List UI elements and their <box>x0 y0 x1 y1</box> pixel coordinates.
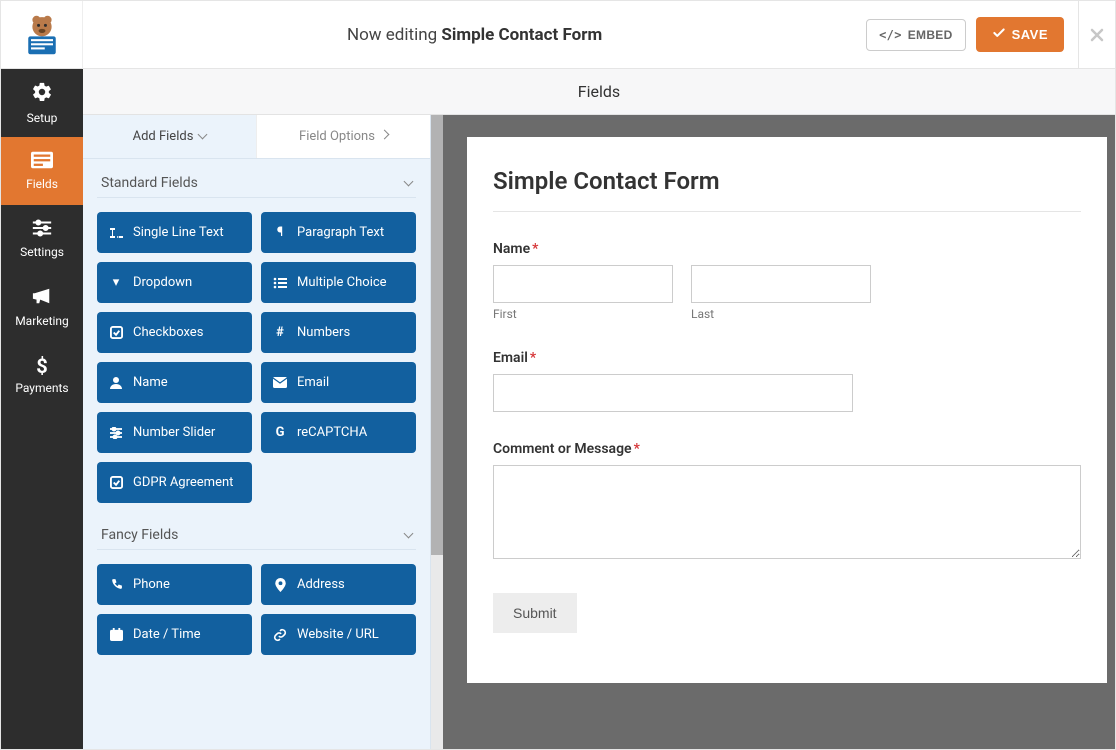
sublabel-last: Last <box>691 307 871 321</box>
gear-icon <box>31 81 53 106</box>
sublabel-first: First <box>493 307 673 321</box>
dollar-icon: $ <box>36 356 47 376</box>
section-fancy-fields[interactable]: Fancy Fields <box>97 511 416 550</box>
chevron-down-icon <box>199 129 206 144</box>
nav-fields[interactable]: Fields <box>1 137 83 205</box>
embed-label: EMBED <box>908 28 953 42</box>
editing-prefix: Now editing <box>347 25 437 45</box>
field-email[interactable]: Email <box>261 362 416 403</box>
field-checkboxes[interactable]: Checkboxes <box>97 312 252 353</box>
main-area: Add Fields Field Options Standard Fields… <box>83 115 1115 749</box>
required-asterisk: * <box>634 441 640 457</box>
chevron-right-icon <box>381 129 388 144</box>
field-name[interactable]: Name <box>97 362 252 403</box>
field-recaptcha[interactable]: GreCAPTCHA <box>261 412 416 453</box>
fancy-fields-grid: Phone Address Date / Time Website / URL <box>97 564 416 655</box>
field-numbers[interactable]: #Numbers <box>261 312 416 353</box>
field-dropdown[interactable]: ▾Dropdown <box>97 262 252 303</box>
hash-icon: # <box>273 325 287 340</box>
nav-label: Setup <box>27 111 58 125</box>
required-asterisk: * <box>530 350 536 366</box>
editing-title: Now editing Simple Contact Form <box>83 25 866 45</box>
check-icon <box>992 26 1006 43</box>
list-icon <box>273 277 287 289</box>
calendar-icon <box>109 628 123 641</box>
paragraph-icon: ¶ <box>273 225 287 240</box>
field-address[interactable]: Address <box>261 564 416 605</box>
topbar: Now editing Simple Contact Form </> EMBE… <box>1 1 1115 69</box>
field-date-time[interactable]: Date / Time <box>97 614 252 655</box>
bullhorn-icon <box>31 286 53 309</box>
user-icon <box>109 376 123 389</box>
app-logo <box>1 1 83 69</box>
submit-button[interactable]: Submit <box>493 593 577 633</box>
comment-textarea[interactable] <box>493 465 1081 559</box>
form-preview[interactable]: Simple Contact Form Name* First Last Ema… <box>467 137 1107 683</box>
field-gdpr-agreement[interactable]: GDPR Agreement <box>97 462 252 503</box>
envelope-icon <box>273 377 287 388</box>
nav-label: Fields <box>26 177 58 191</box>
scrollbar-thumb[interactable] <box>431 115 443 555</box>
name-first-input[interactable] <box>493 265 673 303</box>
nav-payments[interactable]: $ Payments <box>1 341 83 409</box>
email-input[interactable] <box>493 374 853 412</box>
nav-setup[interactable]: Setup <box>1 69 83 137</box>
check-square-icon <box>109 476 123 489</box>
required-asterisk: * <box>532 241 538 257</box>
text-width-icon <box>109 227 123 239</box>
name-last-input[interactable] <box>691 265 871 303</box>
nav-label: Marketing <box>15 314 69 328</box>
tab-field-options[interactable]: Field Options <box>256 115 430 158</box>
sliders-icon <box>31 219 53 240</box>
nav-settings[interactable]: Settings <box>1 205 83 273</box>
nav-label: Settings <box>20 245 64 259</box>
nav-marketing[interactable]: Marketing <box>1 273 83 341</box>
check-square-icon <box>109 326 123 339</box>
caret-down-icon: ▾ <box>109 275 123 290</box>
field-phone[interactable]: Phone <box>97 564 252 605</box>
field-single-line-text[interactable]: Single Line Text <box>97 212 252 253</box>
standard-fields-grid: Single Line Text ¶Paragraph Text ▾Dropdo… <box>97 212 416 503</box>
panel-title: Fields <box>83 69 1115 115</box>
save-label: SAVE <box>1012 27 1048 42</box>
chevron-down-icon <box>405 175 412 191</box>
embed-button[interactable]: </> EMBED <box>866 19 965 51</box>
form-title: Simple Contact Form <box>493 167 1081 212</box>
preview-field-name[interactable]: Name* First Last <box>493 238 1081 321</box>
sidepanel-scrollbar[interactable] <box>431 115 443 749</box>
recaptcha-icon: G <box>273 425 287 440</box>
close-editor-button[interactable] <box>1079 1 1115 69</box>
tab-add-fields[interactable]: Add Fields <box>83 115 256 158</box>
preview-field-comment[interactable]: Comment or Message* <box>493 438 1081 563</box>
close-icon <box>1087 25 1107 45</box>
fields-sidepanel: Add Fields Field Options Standard Fields… <box>83 115 431 749</box>
left-nav: Setup Fields Settings Marketing $ Paymen… <box>1 69 83 749</box>
phone-icon <box>109 578 123 591</box>
marker-icon <box>273 578 287 592</box>
chevron-down-icon <box>405 527 412 543</box>
sliders-icon <box>109 427 123 439</box>
field-multiple-choice[interactable]: Multiple Choice <box>261 262 416 303</box>
field-paragraph-text[interactable]: ¶Paragraph Text <box>261 212 416 253</box>
nav-label: Payments <box>15 381 68 395</box>
editing-form-name: Simple Contact Form <box>441 25 602 45</box>
save-button[interactable]: SAVE <box>976 17 1064 52</box>
form-canvas[interactable]: Simple Contact Form Name* First Last Ema… <box>443 115 1115 749</box>
field-number-slider[interactable]: Number Slider <box>97 412 252 453</box>
form-icon <box>31 151 53 172</box>
section-standard-fields[interactable]: Standard Fields <box>97 159 416 198</box>
field-website-url[interactable]: Website / URL <box>261 614 416 655</box>
preview-field-email[interactable]: Email* <box>493 347 1081 412</box>
link-icon <box>273 628 287 642</box>
wpforms-logo-icon <box>20 13 64 57</box>
code-icon: </> <box>879 28 902 42</box>
